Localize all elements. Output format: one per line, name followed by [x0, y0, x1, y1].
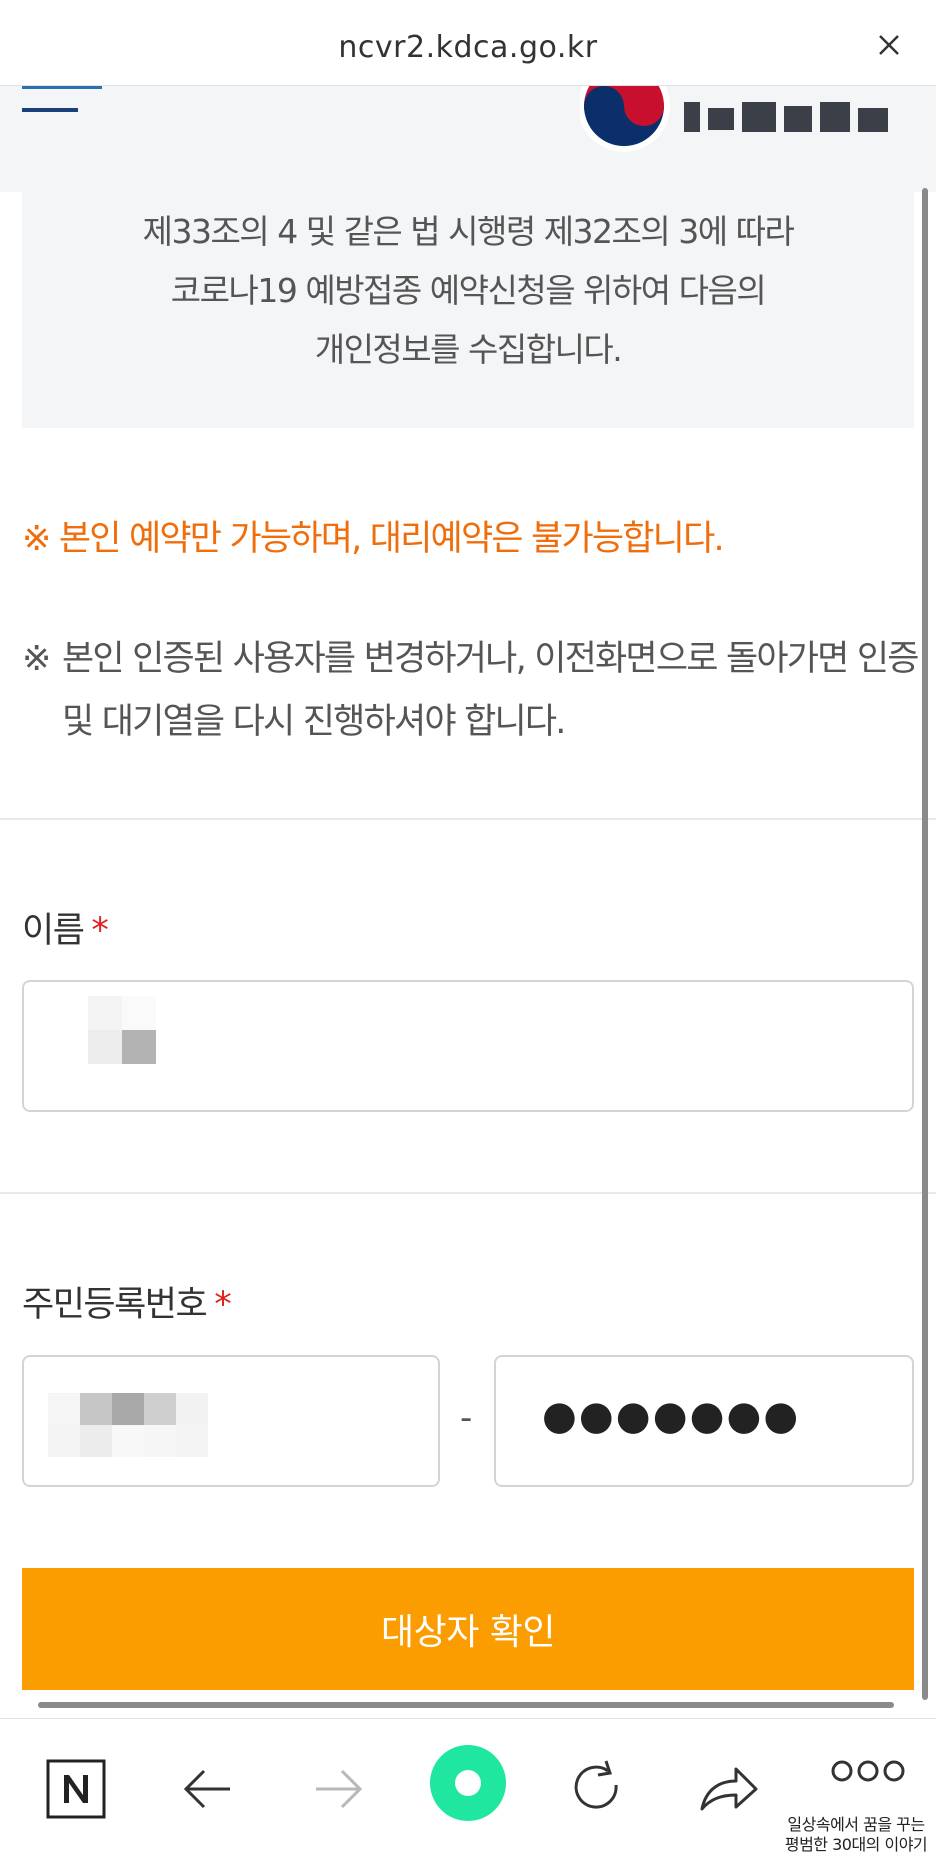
- back-arrow-icon[interactable]: [168, 1749, 248, 1829]
- brand-caption: 일상속에서 꿈을 꾸는 평범한 30대의 이야기: [776, 1815, 936, 1855]
- naver-home-icon[interactable]: [36, 1749, 116, 1829]
- confirm-target-button[interactable]: 대상자 확인: [22, 1568, 914, 1690]
- reauth-warning-line-1: 본인 인증된 사용자를 변경하거나, 이전화면으로 돌아가면 인증: [62, 639, 919, 679]
- forward-arrow-icon[interactable]: [298, 1749, 378, 1829]
- self-only-warning: ※ 본인 예약만 가능하며, 대리예약은 불가능합니다.: [22, 519, 725, 559]
- reference-mark: ※: [22, 639, 51, 679]
- notice-line-3: 개인정보를 수집합니다.: [314, 330, 623, 369]
- browser-address-bar: ncvr2.kdca.go.kr: [0, 0, 936, 86]
- masked-value: ●●●●●●●: [542, 1393, 801, 1439]
- kdca-logo[interactable]: [580, 86, 920, 166]
- browser-toolbar: 일상속에서 꿈을 꾸는 평범한 30대의 이야기: [0, 1718, 936, 1875]
- share-icon[interactable]: [688, 1749, 768, 1829]
- url-text[interactable]: ncvr2.kdca.go.kr: [0, 30, 936, 65]
- resident-number-separator: -: [460, 1398, 473, 1438]
- reauth-warning-line-2: 및 대기열을 다시 진행하셔야 합니다.: [62, 702, 566, 742]
- horizontal-scrollbar[interactable]: [38, 1702, 894, 1708]
- name-label: 이름 *: [22, 902, 109, 953]
- privacy-notice-box: 제33조의 4 및 같은 법 시행령 제32조의 3에 따라 코로나19 예방접…: [22, 192, 914, 428]
- site-header: [0, 86, 936, 192]
- resident-number-label: 주민등록번호 *: [22, 1276, 232, 1327]
- vertical-scrollbar[interactable]: [922, 188, 928, 1700]
- menu-icon[interactable]: [22, 86, 102, 116]
- resident-number-front-input[interactable]: [22, 1355, 440, 1487]
- brand-caption-line-1: 일상속에서 꿈을 꾸는: [787, 1815, 925, 1834]
- resident-number-back-input[interactable]: ●●●●●●●: [494, 1355, 914, 1487]
- name-input[interactable]: [22, 980, 914, 1112]
- more-icon[interactable]: [818, 1741, 918, 1801]
- close-icon[interactable]: [874, 30, 904, 60]
- green-dot-icon[interactable]: [428, 1743, 508, 1823]
- required-mark: *: [91, 911, 109, 951]
- reauth-warning: ※ 본인 인증된 사용자를 변경하거나, 이전화면으로 돌아가면 인증 및 대기열…: [22, 628, 936, 754]
- notice-line-2: 코로나19 예방접종 예약신청을 위하여 다음의: [170, 271, 767, 310]
- refresh-icon[interactable]: [558, 1749, 638, 1829]
- required-mark: *: [214, 1285, 232, 1325]
- section-divider: [0, 1192, 936, 1194]
- resident-number-label-text: 주민등록번호: [22, 1285, 208, 1325]
- brand-caption-line-2: 평범한 30대의 이야기: [784, 1835, 928, 1854]
- notice-line-1: 제33조의 4 및 같은 법 시행령 제32조의 3에 따라: [142, 212, 795, 251]
- section-divider: [0, 818, 936, 820]
- name-label-text: 이름: [22, 911, 85, 951]
